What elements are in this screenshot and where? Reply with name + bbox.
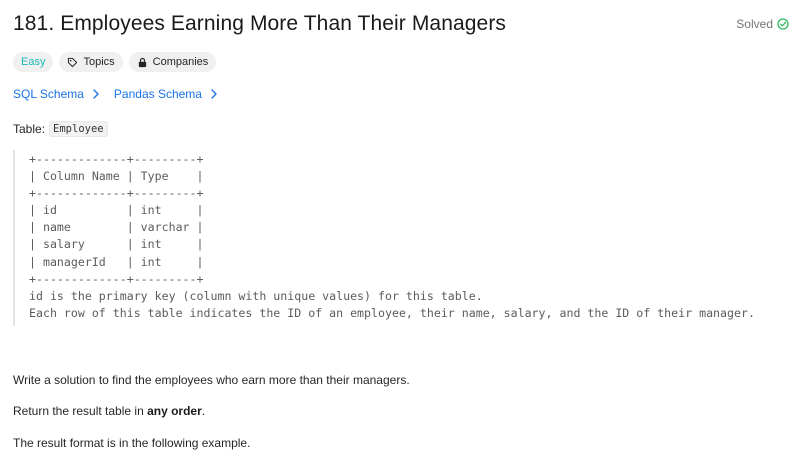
schema-line: id is the primary key (column with uniqu… xyxy=(29,288,483,303)
table-intro: Table: Employee xyxy=(13,121,108,137)
return-paragraph: Return the result table in any order. xyxy=(13,404,205,418)
schema-links: SQL Schema Pandas Schema xyxy=(13,87,218,101)
schema-line: +-------------+---------+ xyxy=(29,271,204,286)
table-name: Employee xyxy=(49,121,108,137)
schema-code-block: +-------------+---------+ | Column Name … xyxy=(13,150,798,326)
difficulty-label: Easy xyxy=(21,56,46,68)
schema-line: | id | int | xyxy=(29,203,204,218)
chevron-right-icon xyxy=(211,89,217,99)
return-prefix: Return the result table in xyxy=(13,404,148,418)
schema-line: | Column Name | Type | xyxy=(29,169,204,184)
format-paragraph: The result format is in the following ex… xyxy=(13,436,251,450)
lock-icon xyxy=(138,57,146,67)
schema-line: | salary | int | xyxy=(29,237,204,252)
difficulty-badge: Easy xyxy=(13,52,54,72)
check-circle-icon xyxy=(777,18,789,30)
companies-button[interactable]: Companies xyxy=(128,52,217,72)
chevron-right-icon xyxy=(93,89,99,99)
schema-line: | name | varchar | xyxy=(29,220,204,235)
schema-line: +-------------+---------+ xyxy=(29,186,204,201)
return-suffix: . xyxy=(201,404,206,418)
solved-label: Solved xyxy=(736,17,773,31)
schema-line: +-------------+---------+ xyxy=(29,152,204,166)
return-bold: any order xyxy=(147,404,202,418)
companies-label: Companies xyxy=(152,56,209,68)
schema-line: | managerId | int | xyxy=(29,254,204,269)
tag-icon xyxy=(68,57,78,67)
sql-schema-link[interactable]: SQL Schema xyxy=(13,87,100,101)
sql-schema-label: SQL Schema xyxy=(13,87,84,101)
tag-row: Easy Topics Companies xyxy=(13,52,217,72)
pandas-schema-label: Pandas Schema xyxy=(113,87,202,101)
title-row: 181. Employees Earning More Than Their M… xyxy=(13,9,789,39)
problem-title[interactable]: 181. Employees Earning More Than Their M… xyxy=(13,12,506,36)
pandas-schema-link[interactable]: Pandas Schema xyxy=(114,87,218,101)
task-paragraph: Write a solution to find the employees w… xyxy=(13,373,410,387)
topics-label: Topics xyxy=(83,56,115,68)
schema-line: Each row of this table indicates the ID … xyxy=(29,305,755,320)
problem-description-panel: 181. Employees Earning More Than Their M… xyxy=(0,0,800,469)
schema-text: +-------------+---------+ | Column Name … xyxy=(29,151,798,322)
topics-button[interactable]: Topics xyxy=(59,52,123,72)
solved-status: Solved xyxy=(736,17,789,31)
table-label: Table: xyxy=(13,122,46,136)
